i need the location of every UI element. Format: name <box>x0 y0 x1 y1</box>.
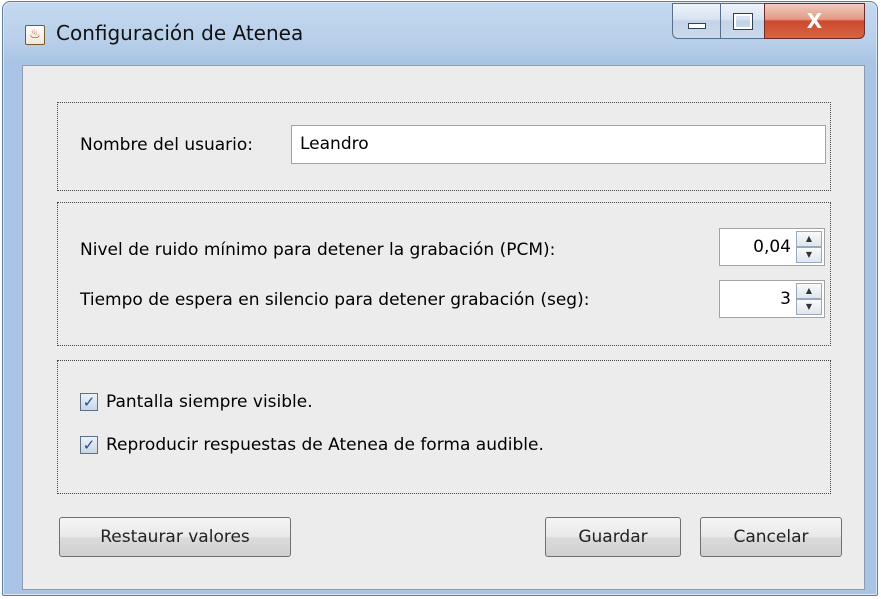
close-button[interactable]: X <box>764 3 865 39</box>
spin-down-icon[interactable]: ▼ <box>796 299 822 315</box>
always-visible-option[interactable]: ✓ Pantalla siempre visible. <box>80 392 313 412</box>
audible-responses-label: Reproducir respuestas de Atenea de forma… <box>106 435 544 455</box>
restore-defaults-button[interactable]: Restaurar valores <box>59 517 291 557</box>
silence-spin-buttons: ▲ ▼ <box>796 283 822 315</box>
always-visible-label: Pantalla siempre visible. <box>106 392 313 412</box>
recording-panel: Nivel de ruido mínimo para detener la gr… <box>57 202 831 346</box>
java-app-icon[interactable]: ♨ <box>25 25 45 45</box>
minimize-icon <box>687 23 706 29</box>
username-label: Nombre del usuario: <box>80 135 253 155</box>
cancel-button[interactable]: Cancelar <box>700 517 842 557</box>
options-panel: ✓ Pantalla siempre visible. ✓ Reproducir… <box>57 360 831 494</box>
audible-responses-option[interactable]: ✓ Reproducir respuestas de Atenea de for… <box>80 435 544 455</box>
user-panel: Nombre del usuario: Leandro <box>57 102 831 191</box>
maximize-icon <box>732 12 753 30</box>
close-icon: X <box>806 9 823 33</box>
maximize-button[interactable] <box>720 3 764 39</box>
noise-level-label: Nivel de ruido mínimo para detener la gr… <box>80 240 556 260</box>
dialog-content: Nombre del usuario: Leandro Nivel de rui… <box>22 65 865 590</box>
minimize-button[interactable] <box>672 3 720 39</box>
noise-level-spinner[interactable]: 0,04 ▲ ▼ <box>719 228 825 266</box>
spin-up-icon[interactable]: ▲ <box>796 231 822 247</box>
username-field[interactable]: Leandro <box>291 125 826 164</box>
config-window: ♨ Configuración de Atenea X Nombre del u… <box>2 1 878 596</box>
username-value: Leandro <box>300 134 369 154</box>
save-button[interactable]: Guardar <box>545 517 681 557</box>
window-controls: X <box>672 3 865 39</box>
silence-timeout-spinner[interactable]: 3 ▲ ▼ <box>719 280 825 318</box>
always-visible-checkbox[interactable]: ✓ <box>80 393 98 411</box>
window-title: Configuración de Atenea <box>56 21 304 45</box>
silence-timeout-value: 3 <box>780 289 791 309</box>
spin-up-icon[interactable]: ▲ <box>796 283 822 299</box>
noise-spin-buttons: ▲ ▼ <box>796 231 822 263</box>
spin-down-icon[interactable]: ▼ <box>796 247 822 263</box>
noise-level-value: 0,04 <box>753 237 791 257</box>
silence-timeout-label: Tiempo de espera en silencio para detene… <box>80 290 590 310</box>
audible-responses-checkbox[interactable]: ✓ <box>80 436 98 454</box>
title-bar[interactable]: ♨ Configuración de Atenea X <box>3 2 877 64</box>
